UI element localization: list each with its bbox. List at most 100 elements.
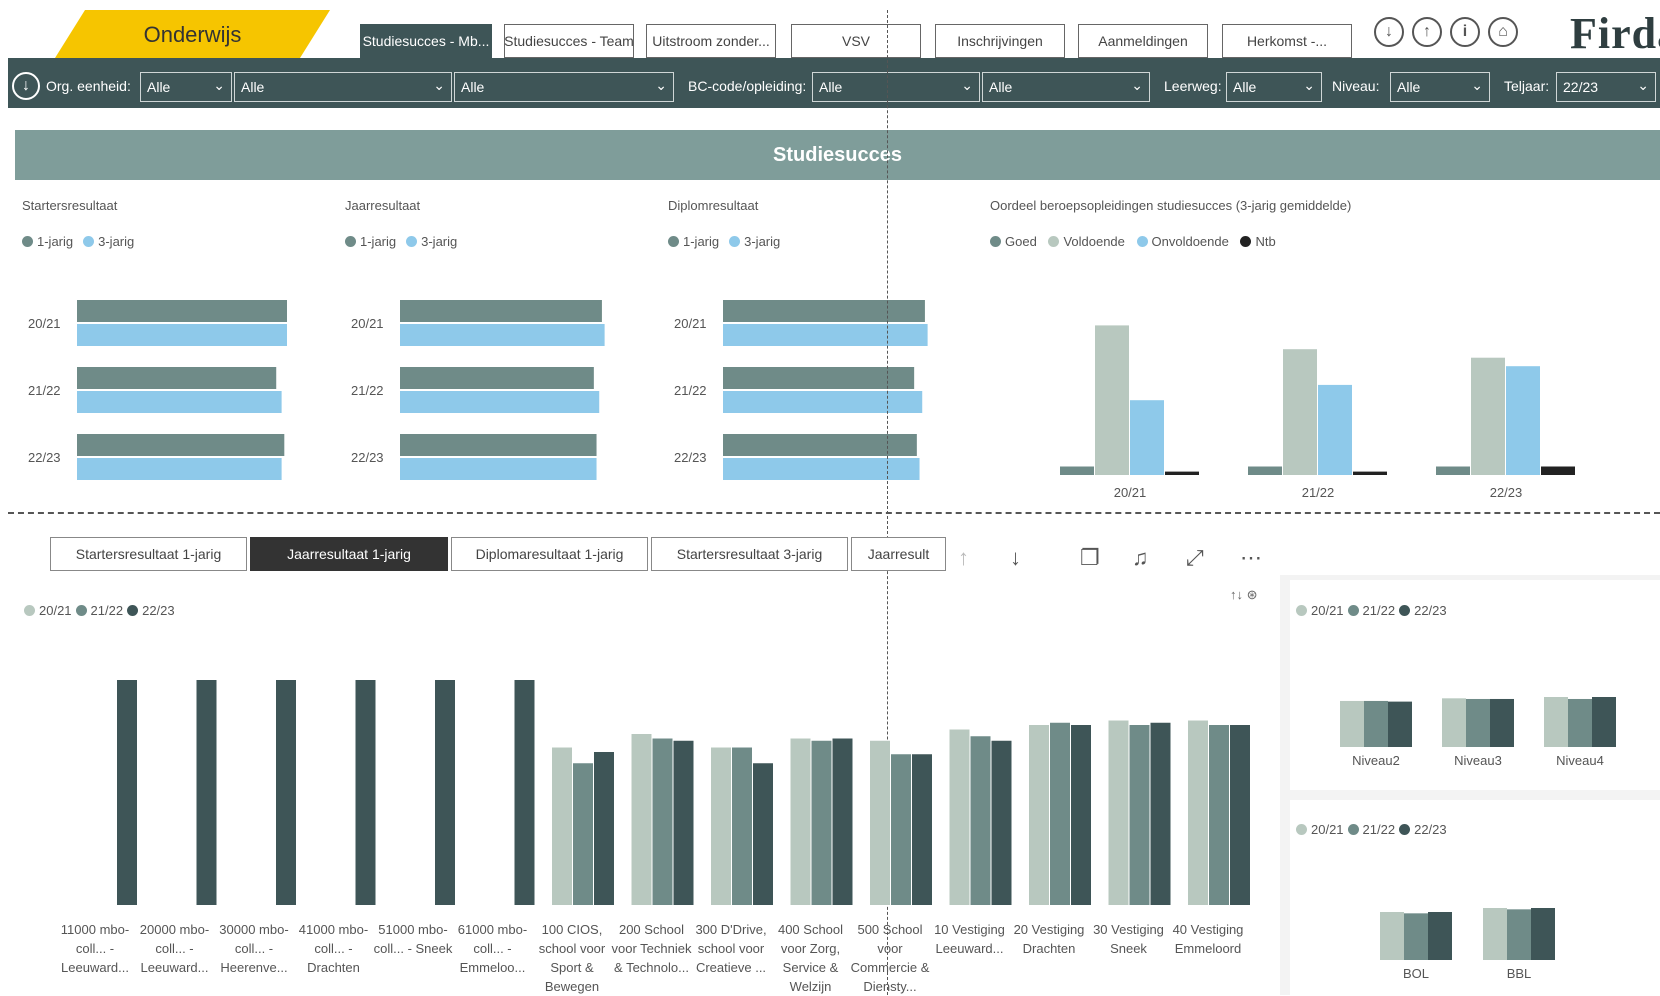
x-tick-label: 500 School voor Commercie & Diensty...: [850, 922, 930, 994]
info-circle-icon[interactable]: i: [1450, 17, 1480, 47]
bar: [400, 391, 600, 413]
bar: [723, 458, 920, 480]
upload-circle-icon[interactable]: ↑: [1412, 17, 1442, 47]
bar: [1506, 366, 1540, 475]
legend-dot-2122: [1347, 605, 1359, 616]
org-select-3[interactable]: Alle ⌄: [454, 72, 674, 102]
y-tick-label: 20/21: [28, 316, 61, 331]
legend-dot-ntb: [1240, 236, 1252, 247]
x-tick-label: 40 Vestiging Emmeloord: [1172, 922, 1244, 956]
page-title: Studiesucces: [15, 130, 1660, 180]
bar: [1318, 384, 1352, 475]
bar: [912, 754, 932, 905]
tab-uitstroom[interactable]: Uitstroom zonder...: [646, 24, 776, 58]
legend-dot-voldoende: [1048, 236, 1060, 247]
bar: [1108, 720, 1129, 905]
bar: [891, 754, 911, 905]
teljaar-select[interactable]: 22/23 ⌄: [1556, 72, 1656, 102]
tab-jaarresultaat-1jarig[interactable]: Jaarresultaat 1-jarig: [250, 537, 448, 571]
legend-label: 3-jarig: [98, 234, 135, 249]
bar: [1592, 697, 1616, 747]
tab-startersresultaat-3jarig[interactable]: Startersresultaat 3-jarig: [651, 537, 848, 571]
oordeel-title: Oordeel beroepsopleidingen studiesucces …: [990, 198, 1352, 213]
legend-dot: [83, 236, 95, 247]
legend-label: 1-jarig: [37, 234, 74, 249]
legend-2122: 21/22: [90, 603, 124, 618]
tab-herkomst[interactable]: Herkomst -...: [1222, 24, 1352, 58]
legend-2021: 20/21: [1311, 603, 1344, 618]
niveau-chart: Niveau2 Niveau3 Niveau4: [1340, 697, 1616, 768]
bar: [1130, 400, 1164, 475]
bar: [1483, 908, 1507, 960]
bar: [117, 680, 137, 905]
x-tick-label: 200 School voor Techniek & Technolo...: [611, 922, 692, 975]
copy-icon[interactable]: ❐: [1080, 545, 1100, 571]
niveau-select[interactable]: Alle ⌄: [1390, 72, 1490, 102]
tab-studiesucces-mbo[interactable]: Studiesucces - Mb...: [360, 24, 492, 58]
y-tick-label: 21/22: [674, 383, 707, 398]
tab-inschrijvingen[interactable]: Inschrijvingen: [935, 24, 1065, 58]
x-tick-label: 41000 mbo-coll... - Drachten: [298, 922, 369, 975]
bc-label: BC-code/opleiding:: [688, 78, 807, 94]
bar: [400, 367, 594, 389]
top-chart-title: Diplomresultaat: [668, 198, 759, 213]
legend-dot-2223: [1399, 824, 1411, 835]
legend-ntb: Ntb: [1255, 234, 1276, 249]
bc-select-2[interactable]: Alle ⌄: [982, 72, 1150, 102]
home-circle-icon[interactable]: ⌂: [1488, 17, 1518, 47]
x-tick-label: 100 CIOS, school voor Sport & Bewegen: [538, 922, 606, 994]
divider-dashed-horizontal: [8, 512, 1660, 514]
leerweg-chart: BOL BBL: [1380, 908, 1555, 981]
brand-tab[interactable]: Onderwijs: [55, 10, 330, 58]
bar: [400, 324, 605, 346]
x-tick-label: 300 D'Drive, school voor Creatieve ...: [695, 922, 767, 975]
more-options-icon[interactable]: ⋯: [1240, 545, 1262, 571]
bar: [1466, 698, 1490, 747]
bar: [1050, 722, 1070, 905]
top-bar-chart: 20/21 21/22 22/23: [674, 300, 928, 480]
bar: [1248, 466, 1282, 475]
x-tick-label: BBL: [1507, 966, 1532, 981]
bar: [1544, 697, 1568, 747]
legend-dot-2223: [1399, 605, 1411, 616]
leerweg-select[interactable]: Alle ⌄: [1226, 72, 1322, 102]
y-tick-label: 21/22: [28, 383, 61, 398]
x-tick-label: Niveau2: [1352, 753, 1400, 768]
x-tick-label: 20/21: [1114, 485, 1147, 500]
legend-goed: Goed: [1005, 234, 1037, 249]
legend-label: 1-jarig: [683, 234, 720, 249]
bar: [77, 324, 287, 346]
bc-select-1[interactable]: Alle ⌄: [812, 72, 980, 102]
x-tick-label: BOL: [1403, 966, 1429, 981]
legend-label: 3-jarig: [744, 234, 781, 249]
bar: [1380, 912, 1404, 960]
legend-2223: 22/23: [1414, 603, 1447, 618]
tab-aanmeldingen[interactable]: Aanmeldingen: [1078, 24, 1208, 58]
bar: [1388, 701, 1412, 747]
bar: [1568, 698, 1592, 747]
sort-up-icon[interactable]: ↑: [958, 545, 969, 571]
tab-diplomaresultaat-1jarig[interactable]: Diplomaresultaat 1-jarig: [451, 537, 648, 571]
bar: [435, 680, 455, 905]
tab-vsv[interactable]: VSV: [791, 24, 921, 58]
filter-download-icon[interactable]: ↓: [12, 72, 40, 100]
org-select-2[interactable]: Alle ⌄: [234, 72, 452, 102]
bottom-chart: [117, 680, 1250, 905]
legend-2223: 22/23: [1414, 822, 1447, 837]
download-circle-icon[interactable]: ↓: [1374, 17, 1404, 47]
bell-icon[interactable]: ♫: [1132, 545, 1149, 571]
top-chart-title: Jaarresultaat: [345, 198, 421, 213]
org-select-1[interactable]: Alle ⌄: [140, 72, 232, 102]
tab-startersresultaat-1jarig[interactable]: Startersresultaat 1-jarig: [50, 537, 247, 571]
bar: [77, 391, 282, 413]
niveau-label: Niveau:: [1332, 78, 1380, 94]
sort-toggle-icon[interactable]: ↑↓ ⊛: [1230, 587, 1258, 603]
tab-studiesucces-team[interactable]: Studiesucces - Team: [504, 24, 634, 58]
focus-mode-icon[interactable]: ⤢: [1186, 545, 1204, 571]
oordeel-chart: 20/21 21/22 22/23: [1060, 325, 1575, 500]
legend-dot-2021: [24, 605, 35, 616]
bar: [77, 367, 277, 389]
tab-jaarresultaat-3jarig[interactable]: Jaarresult: [851, 537, 946, 571]
sort-down-icon[interactable]: ↓: [1010, 545, 1021, 571]
bar: [753, 763, 773, 905]
